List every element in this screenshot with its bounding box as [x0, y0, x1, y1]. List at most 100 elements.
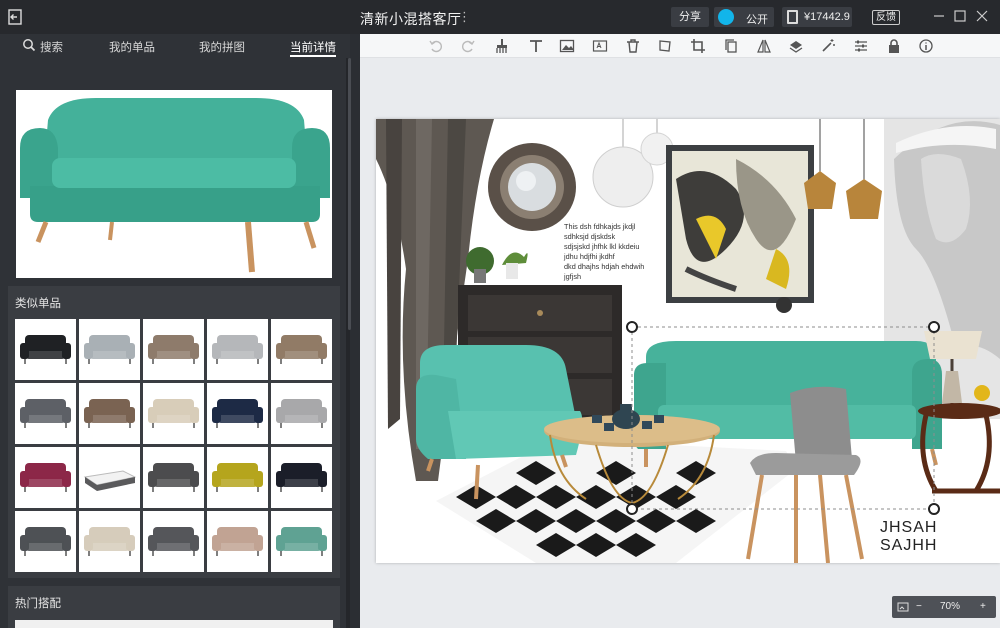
zoom-in-button[interactable]: + — [980, 601, 986, 612]
zoom-out-button[interactable]: − — [916, 601, 922, 612]
tab-search[interactable]: 搜索 — [40, 39, 63, 55]
share-button[interactable]: 分享 — [671, 7, 709, 27]
zoom-level: 70% — [940, 601, 961, 612]
moodboard[interactable]: This dsh fdhkajds jkdjl sdhksjd djskdsk … — [376, 119, 1000, 563]
document-title[interactable]: 清新小混搭客厅 — [360, 9, 462, 29]
panel-tabs: 搜索 我的单品 我的拼图 当前详情 — [0, 34, 350, 58]
document-icon — [787, 10, 798, 24]
fit-screen-icon[interactable] — [897, 601, 909, 613]
similar-item[interactable] — [207, 383, 268, 444]
sofa-icon — [276, 335, 327, 364]
text-tool-icon[interactable] — [528, 38, 544, 54]
similar-item[interactable] — [79, 383, 140, 444]
maximize-icon[interactable] — [953, 9, 967, 23]
undo-icon[interactable] — [428, 38, 444, 54]
similar-item[interactable] — [271, 319, 332, 380]
copy-icon[interactable] — [723, 38, 739, 54]
minimize-icon[interactable] — [932, 9, 946, 23]
sofa-icon — [212, 463, 263, 492]
similar-items-section: 类似单品 — [8, 286, 340, 578]
note-line: sdhksjd djskdsk — [564, 232, 616, 241]
active-tab-indicator — [290, 55, 336, 57]
similar-item[interactable] — [15, 383, 76, 444]
sofa-icon — [276, 463, 327, 492]
title-bar: 清新小混搭客厅 ⋮ 分享 公开 ¥17442.9 反馈 — [0, 0, 1000, 34]
note-line: sdjsjskd jhfhk lkl kkdeiu — [564, 242, 640, 251]
sofa-icon — [276, 527, 327, 556]
hot-combos-title: 热门搭配 — [15, 598, 61, 610]
sofa-icon — [84, 399, 135, 428]
bed-icon — [83, 470, 136, 491]
tab-my-puzzles[interactable]: 我的拼图 — [199, 39, 245, 55]
brush-icon[interactable] — [494, 38, 510, 54]
left-panel: 搜索 我的单品 我的拼图 当前详情 类似单品 热门搭配 — [0, 34, 351, 628]
note-line: jgfjsh — [564, 272, 582, 281]
sofa-icon — [148, 399, 199, 428]
tab-current-details[interactable]: 当前详情 — [290, 39, 336, 55]
tab-my-items[interactable]: 我的单品 — [109, 39, 155, 55]
moodboard-collage — [376, 119, 1000, 563]
price-value: ¥17442.9 — [804, 11, 850, 23]
sofa-icon — [84, 335, 135, 364]
similar-item[interactable] — [15, 319, 76, 380]
layers-icon[interactable] — [788, 38, 804, 54]
sofa-icon — [212, 399, 263, 428]
adjust-icon[interactable] — [853, 38, 869, 54]
similar-item[interactable] — [271, 511, 332, 572]
similar-items-title: 类似单品 — [15, 298, 61, 310]
similar-item[interactable] — [143, 319, 204, 380]
similar-item[interactable] — [143, 447, 204, 508]
crop-icon[interactable] — [690, 38, 706, 54]
public-label: 公开 — [746, 14, 768, 26]
similar-item[interactable] — [15, 447, 76, 508]
feedback-button[interactable]: 反馈 — [872, 10, 900, 25]
hot-combos-section: 热门搭配 — [8, 586, 340, 628]
similar-item[interactable] — [207, 319, 268, 380]
text-box-icon[interactable] — [592, 38, 608, 54]
flip-icon[interactable] — [756, 38, 772, 54]
public-toggle[interactable]: 公开 — [714, 7, 774, 27]
hot-combos-strip[interactable] — [15, 620, 333, 628]
note-line: dkd dhajhs hdjah ehdwih — [564, 262, 645, 271]
note-line: jdhu hdjfhi jkdhf — [564, 252, 615, 261]
similar-item[interactable] — [271, 447, 332, 508]
sofa-icon — [148, 335, 199, 364]
selected-item-preview — [16, 90, 332, 278]
more-options-icon[interactable]: ⋮ — [458, 9, 471, 25]
similar-item[interactable] — [79, 447, 140, 508]
similar-item[interactable] — [143, 511, 204, 572]
trash-icon[interactable] — [625, 38, 641, 54]
teal-sofa-image — [20, 98, 330, 273]
similar-item[interactable] — [207, 511, 268, 572]
sofa-icon — [148, 463, 199, 492]
magic-wand-icon[interactable] — [820, 38, 836, 54]
redo-icon[interactable] — [460, 38, 476, 54]
sofa-icon — [84, 527, 135, 556]
info-icon[interactable] — [918, 38, 934, 54]
price-button[interactable]: ¥17442.9 — [782, 7, 852, 27]
similar-item[interactable] — [15, 511, 76, 572]
similar-item[interactable] — [79, 319, 140, 380]
similar-item[interactable] — [271, 383, 332, 444]
sofa-icon — [20, 463, 71, 492]
close-icon[interactable] — [975, 9, 989, 23]
transform-icon[interactable] — [657, 38, 673, 54]
sofa-icon — [20, 399, 71, 428]
similar-item[interactable] — [143, 383, 204, 444]
note-line: This dsh fdhkajds jkdjl — [564, 222, 636, 231]
similar-item[interactable] — [79, 511, 140, 572]
sofa-icon — [212, 335, 263, 364]
scrollbar-thumb[interactable] — [348, 58, 351, 330]
similar-item[interactable] — [207, 447, 268, 508]
editor-toolbar — [360, 34, 1000, 58]
sofa-icon — [20, 527, 71, 556]
sofa-icon — [148, 527, 199, 556]
sofa-icon — [212, 527, 263, 556]
moodboard-note[interactable]: This dsh fdhkajds jkdjl sdhksjd djskdsk … — [564, 222, 644, 282]
exit-icon[interactable] — [8, 9, 24, 25]
search-icon — [23, 39, 36, 52]
sofa-icon — [276, 399, 327, 428]
image-tool-icon[interactable] — [559, 38, 575, 54]
moodboard-signature[interactable]: JHSAH SAJHH — [880, 519, 1000, 555]
lock-icon[interactable] — [886, 38, 902, 54]
